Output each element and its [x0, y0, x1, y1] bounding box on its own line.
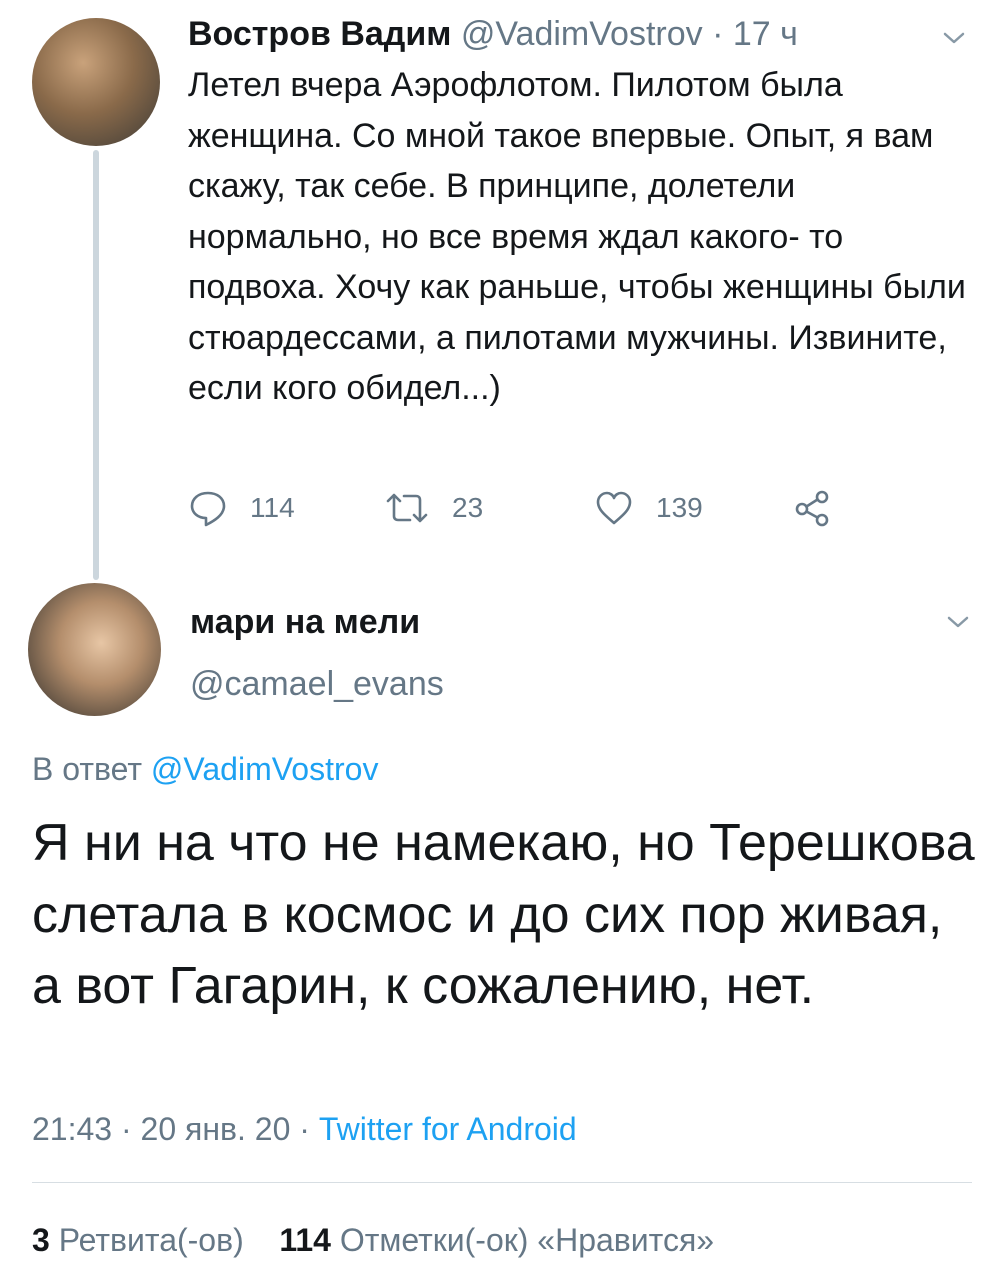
like-count: 139: [656, 492, 703, 523]
author-avatar[interactable]: [28, 583, 161, 716]
tweet-meta: 21:43 · 20 янв. 20 · Twitter for Android: [32, 1108, 577, 1150]
share-icon: [793, 488, 833, 528]
chevron-down-icon[interactable]: [946, 610, 970, 634]
parent-tweet-text: Летел вчера Аэрофлотом. Пилотом была жен…: [188, 66, 966, 407]
tweet-source[interactable]: Twitter for Android: [319, 1111, 577, 1147]
reply-context: В ответ @VadimVostrov: [32, 748, 378, 790]
reply-to-handle[interactable]: @VadimVostrov: [151, 751, 379, 787]
author-name[interactable]: мари на мели: [190, 600, 420, 644]
share-button[interactable]: [793, 486, 833, 530]
thread-line: [93, 150, 99, 580]
meta-separator: ·: [299, 1111, 310, 1147]
retweets-count: 3: [32, 1222, 50, 1258]
parent-tweet-header: Востров Вадим @VadimVostrov · 17 ч: [188, 12, 798, 56]
main-tweet-text: Я ни на что не намекаю, но Терешкова сле…: [32, 814, 975, 1015]
like-icon: [594, 488, 634, 528]
tweet-date: 20 янв. 20: [140, 1111, 291, 1147]
tweet-time: 21:43: [32, 1111, 113, 1147]
author-handle[interactable]: @VadimVostrov: [461, 15, 703, 53]
author-avatar[interactable]: [32, 18, 160, 146]
likes-label: Отметки(-ок) «Нравится»: [339, 1222, 715, 1258]
like-button[interactable]: 139: [594, 486, 703, 530]
chevron-down-icon[interactable]: [942, 26, 966, 50]
likes-count: 114: [279, 1222, 331, 1258]
retweets-label: Ретвита(-ов): [58, 1222, 244, 1258]
retweet-icon: [384, 488, 430, 528]
reply-prefix: В ответ: [32, 751, 143, 787]
retweet-button[interactable]: 23: [384, 486, 483, 530]
tweet-stats: 3 Ретвита(-ов) 114 Отметки(-ок) «Нравитс…: [32, 1219, 714, 1261]
reply-count: 114: [250, 492, 295, 523]
retweet-count: 23: [452, 492, 484, 523]
header-separator: ·: [712, 15, 724, 53]
reply-button[interactable]: 114: [188, 486, 295, 530]
author-name[interactable]: Востров Вадим: [188, 15, 451, 53]
likes-stat[interactable]: 114 Отметки(-ок) «Нравится»: [279, 1222, 714, 1258]
reply-icon: [188, 488, 228, 528]
tweet-time-ago[interactable]: 17 ч: [733, 15, 798, 53]
divider: [32, 1182, 972, 1183]
retweets-stat[interactable]: 3 Ретвита(-ов): [32, 1222, 244, 1258]
author-handle[interactable]: @camael_evans: [190, 662, 444, 706]
meta-separator: ·: [120, 1111, 132, 1147]
